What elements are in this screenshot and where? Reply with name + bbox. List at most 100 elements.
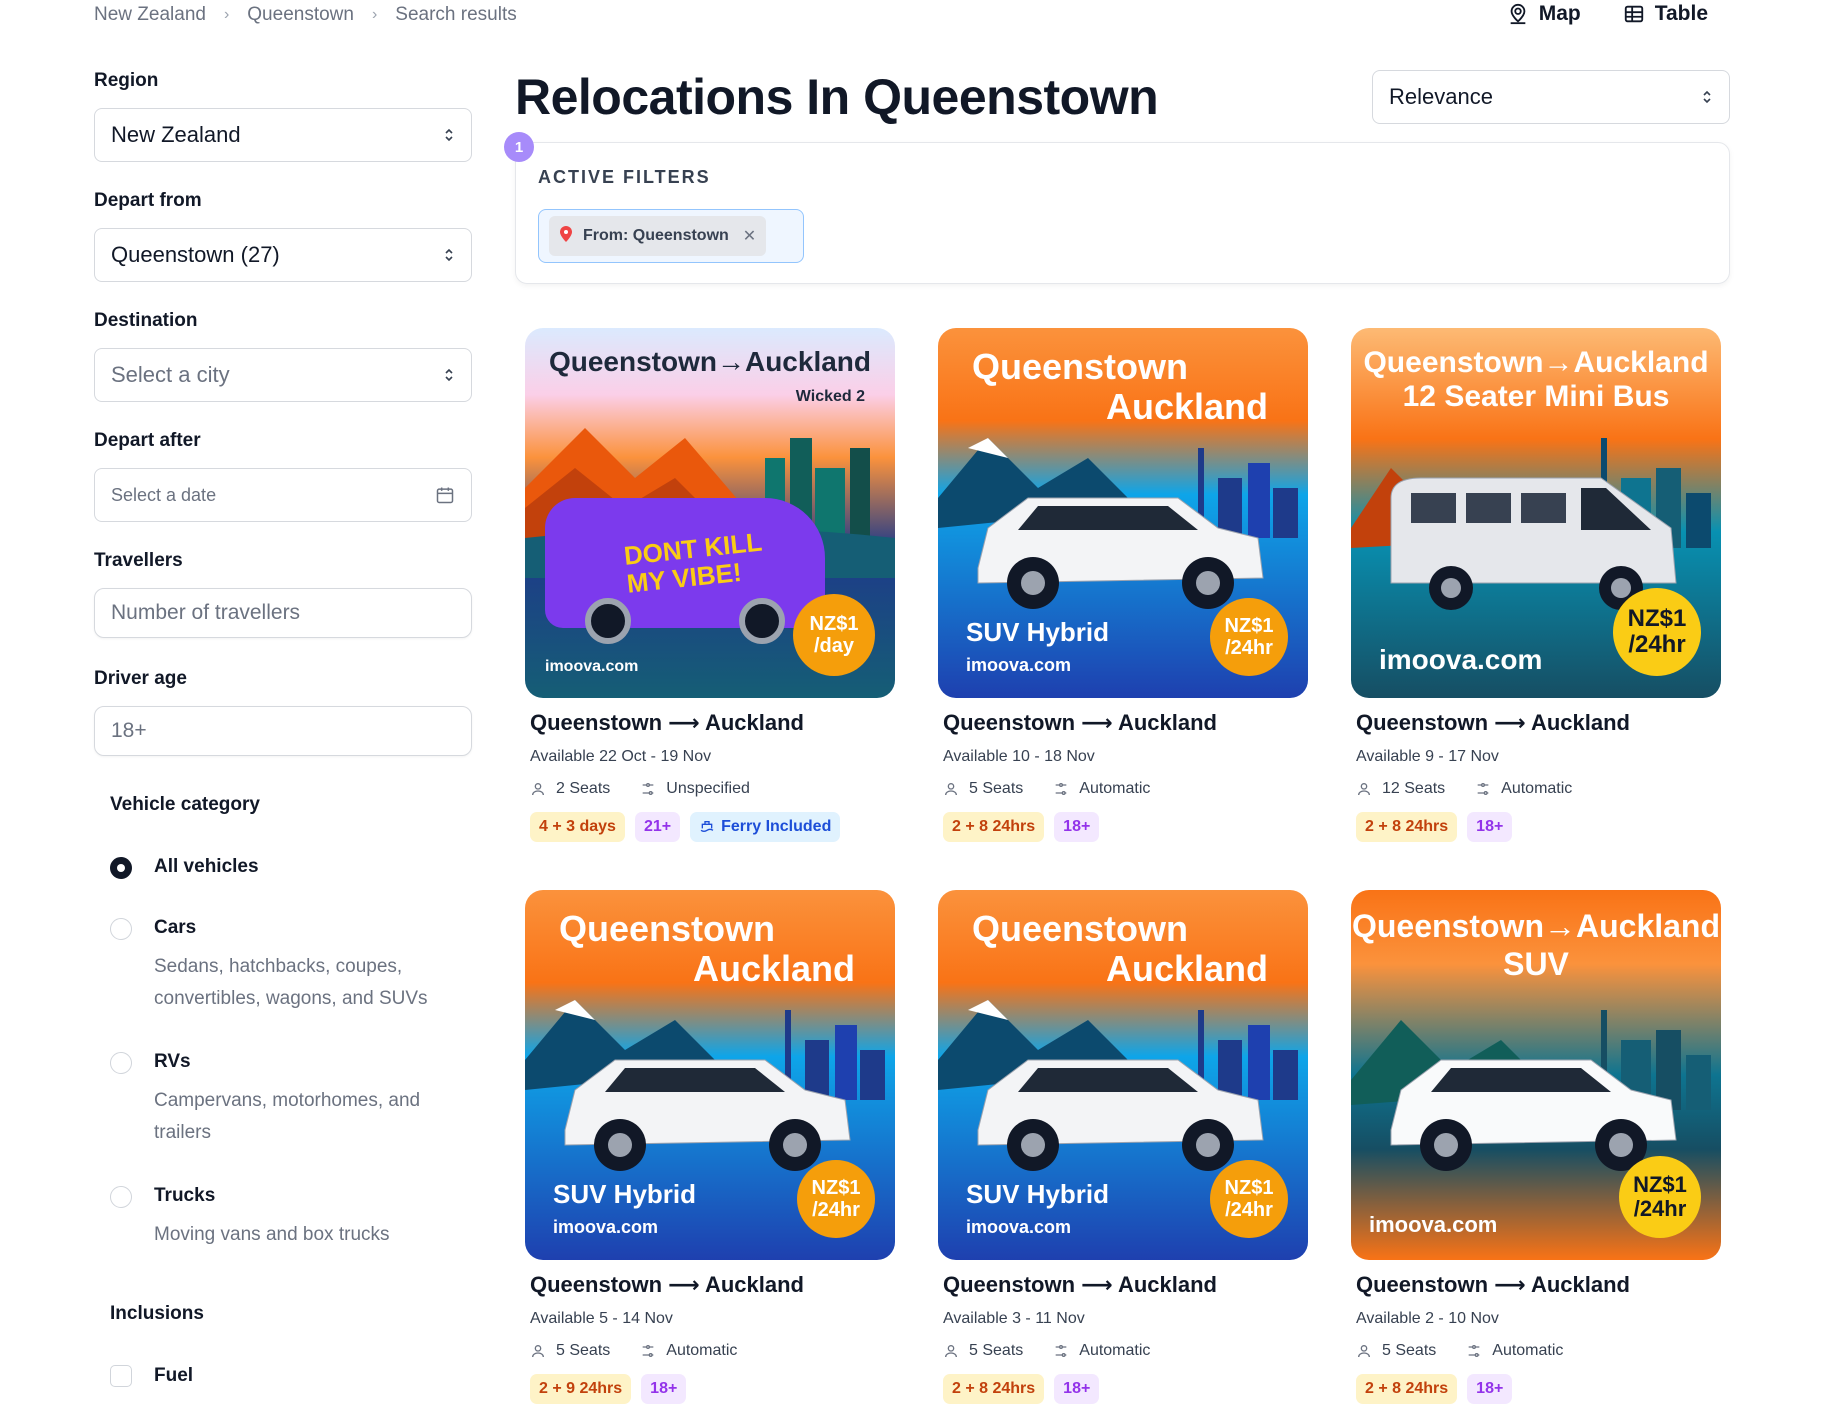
active-filters-title: ACTIVE FILTERS xyxy=(538,167,711,187)
relocation-card[interactable]: Queenstown Auckland SUV Hybrid imoova.co… xyxy=(525,890,895,1404)
transmission-type: Unspecified xyxy=(666,780,750,797)
select-chevron-icon xyxy=(445,248,453,262)
person-icon xyxy=(532,1345,544,1358)
suv-illustration xyxy=(977,497,1264,609)
vehicle-type-label: SUV Hybrid xyxy=(966,617,1110,647)
card-meta: 12 Seats Automatic xyxy=(1356,780,1721,798)
sort-select[interactable]: Relevance xyxy=(1372,70,1730,124)
card-title[interactable]: Queenstown ⟶ Auckland xyxy=(1356,1272,1721,1298)
radio-button[interactable] xyxy=(110,857,132,879)
card-image[interactable]: Queenstown Auckland SUV Hybrid imoova.co… xyxy=(525,890,895,1260)
radio-button[interactable] xyxy=(110,1186,132,1208)
price-amount: NZ$1 xyxy=(809,613,859,635)
price-amount: NZ$1 xyxy=(1224,1177,1274,1199)
destination-select[interactable]: Select a city xyxy=(94,348,472,402)
suv-illustration xyxy=(977,1059,1264,1171)
image-title: Queenstown xyxy=(972,908,1189,949)
chevron-right-icon: › xyxy=(371,6,378,23)
active-filters-panel: ACTIVE FILTERS From: Queenstown ✕ xyxy=(515,142,1730,284)
table-view-label: Table xyxy=(1654,2,1708,25)
days-tag: 4 + 3 days xyxy=(530,812,625,842)
ferry-label: Ferry Included xyxy=(721,818,832,835)
transmission-icon xyxy=(1477,783,1489,795)
relocation-card[interactable]: Queenstown Auckland SUV Hybrid imoova.co… xyxy=(938,890,1308,1404)
transmission-icon xyxy=(642,1345,654,1357)
filter-sidebar: Region New Zealand Depart from Queenstow… xyxy=(94,70,472,1387)
card-image[interactable]: Queenstown Auckland SUV Hybrid imoova.co… xyxy=(938,890,1308,1260)
card-image[interactable]: Queenstown Auckland SUV Hybrid imoova.co… xyxy=(938,328,1308,698)
relocation-card[interactable]: Queenstown→Auckland SUV imoova.com NZ$1 … xyxy=(1351,890,1721,1404)
relocation-card[interactable]: Queenstown→Auckland Wicked 2 DONT KILL M… xyxy=(525,328,895,842)
card-tags: 4 + 3 days 21+ Ferry Included xyxy=(530,812,895,842)
vehicle-type-label: SUV Hybrid xyxy=(966,1179,1110,1209)
card-meta: 5 Seats Automatic xyxy=(1356,1342,1721,1360)
travellers-placeholder: Number of travellers xyxy=(111,601,301,624)
card-tags: 2 + 8 24hrs 18+ xyxy=(1356,812,1721,842)
card-title[interactable]: Queenstown ⟶ Auckland xyxy=(530,710,895,736)
days-tag: 2 + 8 24hrs xyxy=(943,812,1045,842)
person-icon xyxy=(532,783,544,796)
age-tag: 18+ xyxy=(1467,1374,1513,1404)
seats-count: 5 Seats xyxy=(556,1342,611,1359)
view-toggle: Map Table xyxy=(1507,2,1708,26)
relocation-card[interactable]: Queenstown Auckland SUV Hybrid imoova.co… xyxy=(938,328,1308,842)
image-title: Queenstown xyxy=(972,346,1189,387)
card-image[interactable]: Queenstown→Auckland SUV imoova.com NZ$1 … xyxy=(1351,890,1721,1260)
image-title: Queenstown xyxy=(559,908,776,949)
region-select[interactable]: New Zealand xyxy=(94,108,472,162)
close-icon[interactable]: ✕ xyxy=(743,226,756,246)
category-option-all[interactable]: All vehicles xyxy=(110,856,472,879)
price-unit: /24hr xyxy=(1225,637,1273,659)
depart-from-label: Depart from xyxy=(94,190,202,211)
card-meta: 5 Seats Automatic xyxy=(943,780,1308,798)
brand-label: imoova.com xyxy=(1369,1212,1498,1237)
category-option-rvs[interactable]: RVs Campervans, motorhomes, and trailers xyxy=(110,1051,472,1149)
card-title[interactable]: Queenstown ⟶ Auckland xyxy=(530,1272,895,1298)
card-tags: 2 + 9 24hrs 18+ xyxy=(530,1374,895,1404)
card-image[interactable]: Queenstown→Auckland Wicked 2 DONT KILL M… xyxy=(525,328,895,698)
depart-after-date-picker[interactable]: Select a date xyxy=(94,468,472,522)
select-chevron-icon xyxy=(445,128,453,142)
filter-count-badge: 1 xyxy=(504,132,534,162)
card-tags: 2 + 8 24hrs 18+ xyxy=(1356,1374,1721,1404)
breadcrumb-item-queenstown[interactable]: Queenstown xyxy=(247,4,354,26)
radio-button[interactable] xyxy=(110,918,132,940)
suv-illustration xyxy=(1390,1059,1677,1171)
transmission-type: Automatic xyxy=(1492,1342,1564,1359)
transmission-icon xyxy=(1468,1345,1480,1357)
seats-count: 12 Seats xyxy=(1382,780,1446,797)
card-tags: 2 + 8 24hrs 18+ xyxy=(943,1374,1308,1404)
category-title: RVs xyxy=(154,1051,191,1072)
depart-from-select[interactable]: Queenstown (27) xyxy=(94,228,472,282)
travellers-input[interactable]: Number of travellers xyxy=(94,588,472,638)
depart-after-placeholder: Select a date xyxy=(111,484,217,505)
age-tag: 21+ xyxy=(634,812,681,842)
card-title[interactable]: Queenstown ⟶ Auckland xyxy=(943,1272,1308,1298)
category-option-trucks[interactable]: Trucks Moving vans and box trucks xyxy=(110,1185,472,1251)
card-availability: Available 5 - 14 Nov xyxy=(530,1310,673,1327)
van-graphic-text: DONT KILL MY VIBE! xyxy=(622,526,764,599)
category-option-cars[interactable]: Cars Sedans, hatchbacks, coupes, convert… xyxy=(110,917,472,1015)
image-title: Queenstown→Auckland xyxy=(1351,908,1721,944)
breadcrumb-item-new-zealand[interactable]: New Zealand xyxy=(94,4,206,26)
card-title[interactable]: Queenstown ⟶ Auckland xyxy=(943,710,1308,736)
map-view-button[interactable]: Map xyxy=(1507,2,1581,26)
driver-age-input[interactable]: 18+ xyxy=(94,706,472,756)
price-badge: NZ$1 /24hr xyxy=(1613,588,1701,676)
table-icon xyxy=(1624,5,1643,23)
image-title: Queenstown→Auckland xyxy=(1363,346,1709,379)
table-view-button[interactable]: Table xyxy=(1623,2,1708,26)
person-icon xyxy=(1358,783,1370,796)
relocation-card[interactable]: Queenstown→Auckland 12 Seater Mini Bus i… xyxy=(1351,328,1721,842)
days-tag: 2 + 9 24hrs xyxy=(530,1374,632,1404)
radio-button[interactable] xyxy=(110,1052,132,1074)
card-image[interactable]: Queenstown→Auckland 12 Seater Mini Bus i… xyxy=(1351,328,1721,698)
select-chevron-icon xyxy=(1703,90,1711,104)
checkbox[interactable] xyxy=(110,1365,132,1387)
inclusion-option-fuel[interactable]: Fuel xyxy=(110,1365,472,1387)
ferry-icon xyxy=(700,821,714,832)
category-title: Cars xyxy=(154,917,197,938)
ferry-tag: Ferry Included xyxy=(690,812,841,842)
filter-chip[interactable]: From: Queenstown ✕ xyxy=(549,216,767,256)
card-title[interactable]: Queenstown ⟶ Auckland xyxy=(1356,710,1721,736)
